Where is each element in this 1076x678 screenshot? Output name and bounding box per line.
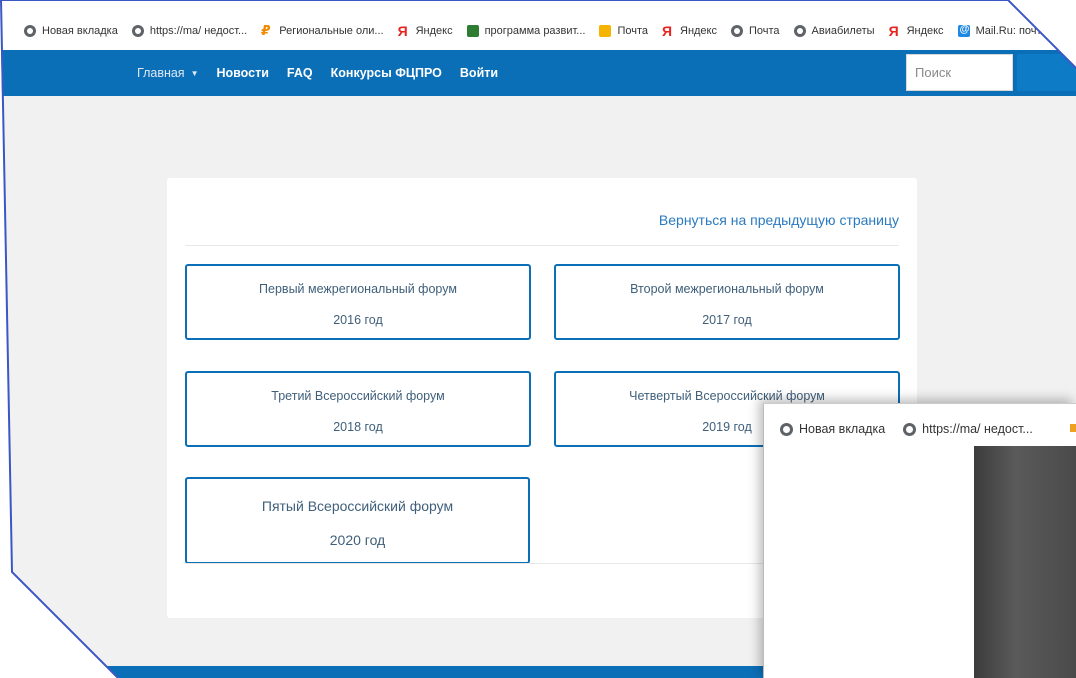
bookmark-new-tab[interactable]: Новая вкладка [780,422,885,436]
forum-button-2020[interactable]: Пятый Всероссийский форум 2020 год [185,477,530,564]
dark-content-area [974,446,1076,678]
bookmark-olympiad[interactable]: ₽ Региональные оли... [261,23,383,38]
bookmark-yandex[interactable]: Я Яндекс [662,23,717,39]
bookmark-mail-globe[interactable]: Почта [731,25,780,37]
nav-contests[interactable]: Конкурсы ФЦПРО [331,66,442,80]
globe-icon [131,25,144,37]
main-screenshot: Новая вкладка https://ma/ недост... ₽ Рег… [0,0,1076,678]
bookmark-mail[interactable]: Почта [599,25,648,37]
bookmark-yandex[interactable]: Я Яндекс [397,23,453,39]
yandex-icon: Я [397,23,408,39]
globe-icon [793,25,806,37]
olympiad-icon: ₽ [261,23,271,38]
nav-home[interactable]: Главная ▼ [137,66,199,80]
window2-bookmarks-bar: Новая вкладка https://ma/ недост... [764,412,1051,446]
bookmark-unavailable[interactable]: https://ma/ недост... [131,25,247,37]
bookmark-unavailable[interactable]: https://ma/ недост... [903,422,1033,436]
program-icon [466,25,479,37]
back-link[interactable]: Вернуться на предыдущую страницу [659,212,899,228]
forum-button-2018[interactable]: Третий Всероссийский форум 2018 год [185,371,531,447]
bookmark-new-tab[interactable]: Новая вкладка [24,25,118,37]
bookmark-icon-partial [1070,424,1076,432]
globe-icon [731,25,743,37]
mail-icon [599,25,612,37]
mailru-icon [957,24,970,37]
nav-login[interactable]: Войти [460,66,498,80]
nav-faq[interactable]: FAQ [287,66,313,80]
bookmark-yandex[interactable]: Я Яндекс [888,23,944,39]
globe-icon [903,422,917,436]
overlapping-browser-window: Новая вкладка https://ma/ недост... [763,403,1076,678]
forum-button-2017[interactable]: Второй межрегиональный форум 2017 год [554,264,900,340]
nav-news[interactable]: Новости [217,66,269,80]
bookmarks-bar: Новая вкладка https://ma/ недост... ₽ Рег… [0,18,1076,44]
bookmark-mailru[interactable]: Mail.Ru: почта, пои... [957,24,1076,37]
forum-button-2016[interactable]: Первый межрегиональный форум 2016 год [185,264,531,340]
search-button[interactable] [1017,54,1076,91]
divider [185,245,899,246]
search-input[interactable]: Поиск [906,54,1013,91]
bookmark-program[interactable]: программа развит... [466,25,585,37]
yandex-icon: Я [662,23,673,39]
nav-menu: Главная ▼ Новости FAQ Конкурсы ФЦПРО Войт… [137,50,516,96]
caret-down-icon: ▼ [190,68,199,78]
globe-icon [24,25,36,37]
globe-icon [780,422,793,436]
bookmark-avia[interactable]: Авиабилеты [793,25,875,37]
yandex-icon: Я [888,23,899,39]
